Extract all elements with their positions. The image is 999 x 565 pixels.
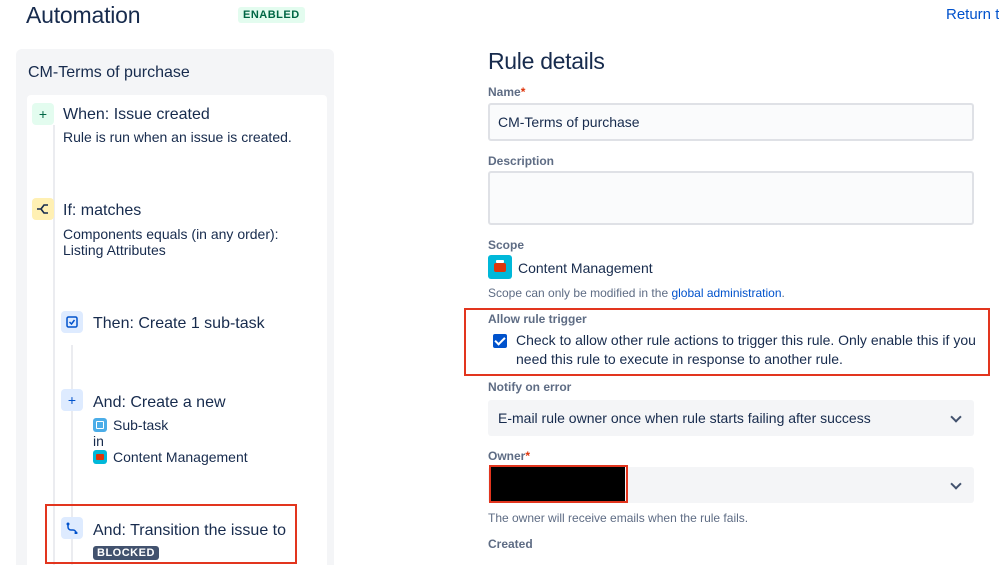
details-title: Rule details <box>488 48 605 74</box>
rule-steps-card: + When: Issue created Rule is run when a… <box>27 95 327 565</box>
step-title: When: Issue created <box>63 106 210 123</box>
highlight-box-transition <box>45 504 297 564</box>
in-label: in <box>93 433 104 449</box>
rule-name: CM-Terms of purchase <box>28 64 190 81</box>
return-link[interactable]: Return t <box>946 6 999 23</box>
step-description: Listing Attributes <box>63 242 166 258</box>
allow-trigger-text: Check to allow other rule actions to tri… <box>516 332 976 367</box>
step-create-subtask[interactable]: Then: Create 1 sub-task <box>47 305 327 345</box>
branch-icon <box>32 198 54 220</box>
subtask-checklist-icon <box>61 311 83 333</box>
highlight-box-owner <box>489 465 628 503</box>
subtask-icon <box>93 418 107 432</box>
step-condition[interactable]: If: matches Components equals (in any or… <box>27 190 327 260</box>
notify-select[interactable]: E-mail rule owner once when rule starts … <box>488 400 974 436</box>
project: Content Management <box>93 449 248 465</box>
step-title: And: Create a new <box>93 394 226 411</box>
plus-icon: + <box>61 389 83 411</box>
rule-panel: CM-Terms of purchase + When: Issue creat… <box>16 49 334 565</box>
description-label: Description <box>488 154 555 168</box>
chevron-down-icon <box>950 478 962 490</box>
step-title: If: matches <box>63 202 142 219</box>
name-input[interactable]: CM-Terms of purchase <box>488 103 974 141</box>
issue-type: Sub-task <box>93 417 168 433</box>
description-input[interactable] <box>488 171 974 225</box>
step-create-new[interactable]: + And: Create a new Sub-task in Content … <box>47 385 327 465</box>
step-trigger[interactable]: + When: Issue created Rule is run when a… <box>27 95 327 155</box>
project-icon <box>93 450 107 464</box>
status-badge: ENABLED <box>238 7 305 23</box>
owner-helper: The owner will receive emails when the r… <box>488 511 749 525</box>
scope-label: Scope <box>488 238 525 252</box>
chevron-down-icon <box>950 411 962 423</box>
step-description: Rule is run when an issue is created. <box>63 129 292 145</box>
global-administration-link[interactable]: global administration <box>671 286 781 300</box>
step-description: Components equals (in any order): <box>63 226 279 242</box>
scope-helper: Scope can only be modified in the global… <box>488 286 785 300</box>
name-label: Name* <box>488 85 526 99</box>
plus-icon: + <box>32 103 54 125</box>
allow-trigger-checkbox[interactable] <box>493 334 507 348</box>
notify-label: Notify on error <box>488 380 572 394</box>
page-title: Automation <box>26 2 141 28</box>
project-icon <box>488 255 512 279</box>
created-label: Created <box>488 537 533 551</box>
owner-label: Owner* <box>488 449 531 463</box>
step-title: Then: Create 1 sub-task <box>93 315 265 332</box>
allow-trigger-label: Allow rule trigger <box>488 312 587 326</box>
scope-value: Content Management <box>518 260 653 276</box>
